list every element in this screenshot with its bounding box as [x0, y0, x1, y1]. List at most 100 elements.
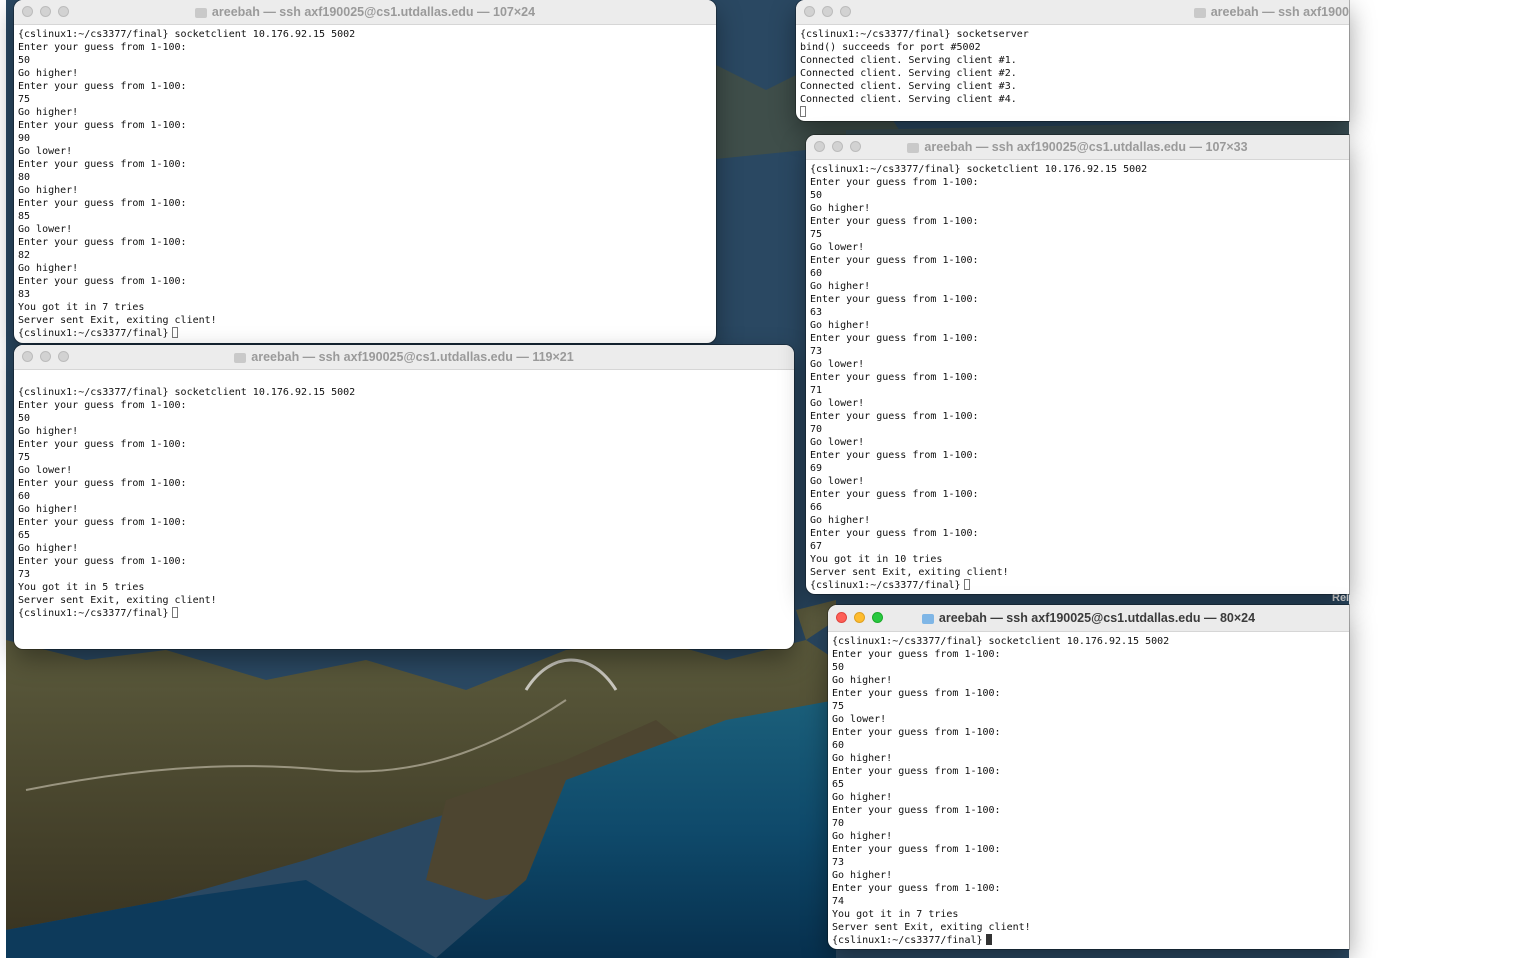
terminal-line: {cslinux1:~/cs3377/final} [18, 327, 716, 340]
window-controls [22, 6, 69, 17]
terminal-line: You got it in 7 tries [18, 302, 145, 313]
terminal-line: Enter your guess from 1-100: [18, 276, 187, 287]
terminal-line: Go higher! [18, 426, 79, 437]
terminal-line: Enter your guess from 1-100: [18, 42, 187, 53]
terminal-line: Server sent Exit, exiting client! [18, 315, 217, 326]
window-titlebar[interactable]: areebah — ssh axf190025@cs1.utdallas.edu… [14, 0, 716, 25]
window-title: areebah — ssh axf1900 [1210, 5, 1349, 19]
zoom-button[interactable] [872, 612, 883, 623]
terminal-line: 65 [832, 779, 845, 790]
terminal-line: Go higher! [832, 792, 893, 803]
zoom-button[interactable] [58, 6, 69, 17]
cursor-icon [985, 934, 992, 945]
terminal-line: Connected client. Serving client #2. [800, 68, 1017, 79]
terminal-line: 65 [18, 530, 31, 541]
close-button[interactable] [814, 141, 825, 152]
terminal-line: You got it in 5 tries [18, 582, 145, 593]
terminal-line: Go higher! [810, 515, 871, 526]
terminal-line: 75 [810, 229, 823, 240]
terminal-output[interactable]: {cslinux1:~/cs3377/final} socketclient 1… [806, 160, 1349, 592]
folder-icon [907, 143, 920, 153]
terminal-line: 67 [810, 541, 823, 552]
window-titlebar[interactable]: areebah — ssh axf190025@cs1.utdallas.edu… [14, 345, 794, 370]
terminal-line: Connected client. Serving client #3. [800, 81, 1017, 92]
terminal-output[interactable]: {cslinux1:~/cs3377/final} socketclient 1… [14, 370, 794, 620]
terminal-line: 83 [18, 289, 31, 300]
close-button[interactable] [836, 612, 847, 623]
minimize-button[interactable] [40, 351, 51, 362]
folder-icon [921, 614, 934, 624]
terminal-line: Server sent Exit, exiting client! [832, 922, 1031, 933]
zoom-button[interactable] [850, 141, 861, 152]
terminal-line: Enter your guess from 1-100: [810, 216, 979, 227]
terminal-line: 74 [832, 896, 845, 907]
cursor-icon [171, 607, 178, 618]
terminal-window-client-1[interactable]: areebah — ssh axf190025@cs1.utdallas.edu… [14, 0, 716, 343]
terminal-line: Enter your guess from 1-100: [832, 805, 1001, 816]
terminal-line: Go lower! [832, 714, 887, 725]
window-titlebar[interactable]: areebah — ssh axf1900 [796, 0, 1349, 25]
terminal-line: Go lower! [810, 437, 865, 448]
terminal-line: You got it in 10 tries [810, 554, 943, 565]
terminal-window-client-2[interactable]: areebah — ssh axf190025@cs1.utdallas.edu… [14, 345, 794, 649]
window-title: areebah — ssh axf190025@cs1.utdallas.edu… [924, 140, 1248, 154]
terminal-window-client-4[interactable]: areebah — ssh axf190025@cs1.utdallas.edu… [828, 605, 1349, 949]
terminal-window-server[interactable]: areebah — ssh axf1900 {cslinux1:~/cs3377… [796, 0, 1349, 121]
terminal-line: 70 [832, 818, 845, 829]
terminal-line: 82 [18, 250, 31, 261]
close-button[interactable] [22, 351, 33, 362]
terminal-line: 85 [18, 211, 31, 222]
terminal-line: Enter your guess from 1-100: [810, 411, 979, 422]
terminal-line: Server sent Exit, exiting client! [810, 567, 1009, 578]
minimize-button[interactable] [832, 141, 843, 152]
terminal-line: 90 [18, 133, 31, 144]
terminal-line: Enter your guess from 1-100: [18, 159, 187, 170]
window-titlebar[interactable]: areebah — ssh axf190025@cs1.utdallas.edu… [806, 135, 1349, 160]
close-button[interactable] [22, 6, 33, 17]
terminal-line: Go higher! [810, 320, 871, 331]
zoom-button[interactable] [840, 6, 851, 17]
minimize-button[interactable] [40, 6, 51, 17]
folder-icon [234, 353, 247, 363]
terminal-line: 50 [810, 190, 823, 201]
terminal-line: 75 [18, 452, 31, 463]
terminal-line: Enter your guess from 1-100: [18, 400, 187, 411]
terminal-line: 69 [810, 463, 823, 474]
minimize-button[interactable] [854, 612, 865, 623]
terminal-line: {cslinux1:~/cs3377/final} [832, 934, 1349, 947]
terminal-line: Enter your guess from 1-100: [832, 727, 1001, 738]
terminal-line: 73 [18, 569, 31, 580]
terminal-line: Connected client. Serving client #4. [800, 94, 1017, 105]
terminal-line: 66 [810, 502, 823, 513]
terminal-output[interactable]: {cslinux1:~/cs3377/final} socketclient 1… [828, 632, 1349, 947]
terminal-line: 70 [810, 424, 823, 435]
window-title: areebah — ssh axf190025@cs1.utdallas.edu… [251, 350, 574, 364]
terminal-line: Enter your guess from 1-100: [18, 517, 187, 528]
zoom-button[interactable] [58, 351, 69, 362]
minimize-button[interactable] [822, 6, 833, 17]
terminal-line: Go lower! [18, 146, 73, 157]
terminal-line: {cslinux1:~/cs3377/final} [18, 607, 794, 620]
terminal-line: Enter your guess from 1-100: [810, 177, 979, 188]
terminal-line: 60 [18, 491, 31, 502]
terminal-line: Enter your guess from 1-100: [832, 883, 1001, 894]
terminal-window-client-3[interactable]: areebah — ssh axf190025@cs1.utdallas.edu… [806, 135, 1349, 594]
cursor-icon [800, 106, 806, 117]
terminal-line: Go higher! [18, 68, 79, 79]
close-button[interactable] [804, 6, 815, 17]
terminal-line: Go lower! [810, 398, 865, 409]
terminal-line: Enter your guess from 1-100: [832, 844, 1001, 855]
terminal-line: 73 [810, 346, 823, 357]
terminal-line: 75 [18, 94, 31, 105]
terminal-output[interactable]: {cslinux1:~/cs3377/final} socketserver bi… [796, 25, 1349, 119]
terminal-line: Enter your guess from 1-100: [810, 333, 979, 344]
terminal-line: Go lower! [18, 465, 73, 476]
window-titlebar[interactable]: areebah — ssh axf190025@cs1.utdallas.edu… [828, 605, 1349, 632]
terminal-line: {cslinux1:~/cs3377/final} socketserver [800, 29, 1029, 40]
terminal-line: 60 [832, 740, 845, 751]
terminal-line: 50 [832, 662, 845, 673]
terminal-line: Go higher! [18, 185, 79, 196]
terminal-output[interactable]: {cslinux1:~/cs3377/final} socketclient 1… [14, 25, 716, 340]
window-controls [836, 612, 883, 623]
terminal-line: Go higher! [18, 107, 79, 118]
